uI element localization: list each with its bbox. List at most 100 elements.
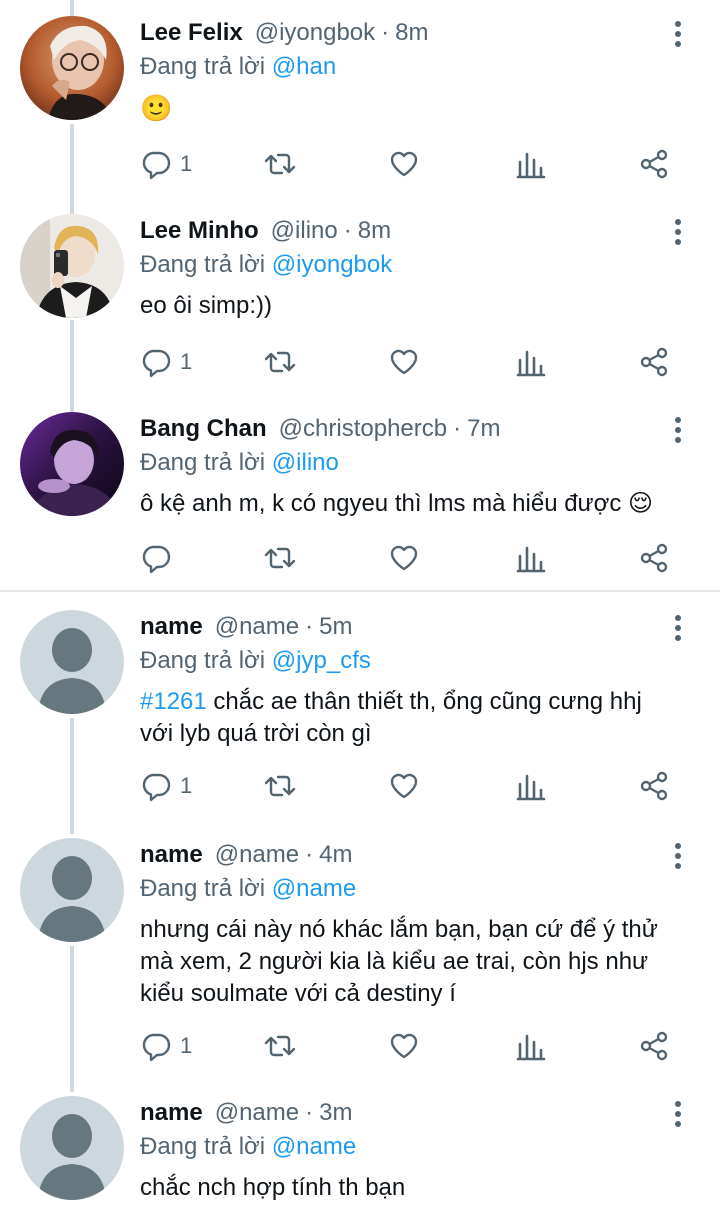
timestamp[interactable]: 8m [358,217,391,245]
retweet-button[interactable] [264,1026,296,1066]
share-button[interactable] [638,538,670,578]
reply-button[interactable]: 1 [140,766,192,806]
tweet-header: name @name · 3m [140,1096,352,1130]
user-handle[interactable]: @name [215,1099,299,1127]
action-bar [140,538,680,578]
reply-button[interactable]: 1 [140,144,192,184]
display-name[interactable]: name [140,613,203,641]
like-button[interactable] [388,538,420,578]
separator: · [381,19,390,46]
like-button[interactable] [388,766,420,806]
like-button[interactable] [388,144,420,184]
thread-divider [0,590,720,592]
display-name[interactable]: Lee Felix [140,19,243,47]
timestamp[interactable]: 5m [319,613,352,641]
share-button[interactable] [638,766,670,806]
mention-link[interactable]: @iyongbok [272,251,392,278]
mention-link[interactable]: @name [272,875,356,902]
mention-link[interactable]: @ilino [272,449,339,476]
share-icon [640,543,668,573]
retweet-button[interactable] [264,766,296,806]
reply-icon [142,151,171,180]
more-options-icon[interactable] [666,614,690,642]
reply-icon [142,349,171,378]
more-options-icon[interactable] [666,416,690,444]
display-name[interactable]: Bang Chan [140,415,267,443]
tweet-text-line: #1261 chắc ae thân thiết th, ổng cũng cư… [140,686,700,718]
replying-to: Đang trả lời @name [140,872,356,906]
reply-count: 1 [180,349,193,374]
heart-icon [390,349,418,375]
timestamp[interactable]: 3m [319,1099,352,1127]
retweet-icon [264,547,296,569]
reply-count: 1 [180,1033,193,1058]
avatar[interactable] [20,1096,124,1200]
tweet-text-line: với lyb quá trời còn gì [140,720,372,747]
avatar[interactable] [20,610,124,714]
hashtag-link[interactable]: #1261 [140,688,207,715]
replying-prefix: Đang trả lời [140,251,266,278]
timestamp[interactable]: 8m [395,19,428,47]
analytics-button[interactable] [515,144,547,184]
mention-link[interactable]: @han [272,53,336,80]
avatar[interactable] [20,412,124,516]
avatar[interactable] [20,16,124,120]
tweet[interactable]: Lee Minho @ilino · 8m Đang trả lời @iyon… [0,214,720,394]
more-options-icon[interactable] [666,20,690,48]
reply-button[interactable]: 1 [140,1026,192,1066]
tweet[interactable]: Bang Chan @christophercb · 7m Đang trả l… [0,412,720,592]
mention-link[interactable]: @jyp_cfs [272,647,371,674]
reply-button[interactable] [140,538,180,578]
heart-icon [390,545,418,571]
retweet-button[interactable] [264,342,296,382]
analytics-button[interactable] [515,538,547,578]
timestamp[interactable]: 4m [319,841,352,869]
share-icon [640,771,668,801]
share-button[interactable] [638,1026,670,1066]
share-button[interactable] [638,342,670,382]
retweet-button[interactable] [264,538,296,578]
tweet-text-line: kiểu soulmate với cả destiny í [140,980,456,1007]
user-handle[interactable]: @iyongbok [255,19,375,47]
tweet[interactable]: name @name · 4m Đang trả lời @name nhưng… [0,838,720,1078]
like-button[interactable] [388,1026,420,1066]
display-name[interactable]: name [140,1099,203,1127]
display-name[interactable]: Lee Minho [140,217,259,245]
user-handle[interactable]: @ilino [271,217,338,245]
tweet[interactable]: name @name · 5m Đang trả lời @jyp_cfs #1… [0,610,720,820]
retweet-icon [264,1035,296,1057]
analytics-button[interactable] [515,766,547,806]
replying-to: Đang trả lời @ilino [140,446,339,480]
mention-link[interactable]: @name [272,1133,356,1160]
tweet-text: eo ôi simp:)) [140,292,273,319]
timestamp[interactable]: 7m [467,415,500,443]
display-name[interactable]: name [140,841,203,869]
retweet-icon [264,153,296,175]
separator: · [305,841,314,868]
more-options-icon[interactable] [666,218,690,246]
separator: · [453,415,462,442]
more-options-icon[interactable] [666,842,690,870]
default-avatar-icon [20,1096,124,1200]
replying-prefix: Đang trả lời [140,647,266,674]
replying-to: Đang trả lời @name [140,1130,356,1164]
analytics-button[interactable] [515,1026,547,1066]
user-handle[interactable]: @christophercb [279,415,447,443]
reply-button[interactable]: 1 [140,342,192,382]
separator: · [305,1099,314,1126]
retweet-button[interactable] [264,144,296,184]
like-button[interactable] [388,342,420,382]
tweet-text: ô kệ anh m, k có ngyeu thì lms mà hiểu đ… [140,490,654,517]
user-handle[interactable]: @name [215,613,299,641]
share-icon [640,1031,668,1061]
user-handle[interactable]: @name [215,841,299,869]
tweet-header: Lee Minho @ilino · 8m [140,214,391,248]
analytics-button[interactable] [515,342,547,382]
share-button[interactable] [638,144,670,184]
tweet[interactable]: name @name · 3m Đang trả lời @name chắc … [0,1096,720,1220]
avatar[interactable] [20,214,124,318]
share-icon [640,347,668,377]
tweet[interactable]: Lee Felix @iyongbok · 8m Đang trả lời @h… [0,16,720,196]
avatar[interactable] [20,838,124,942]
more-options-icon[interactable] [666,1100,690,1128]
